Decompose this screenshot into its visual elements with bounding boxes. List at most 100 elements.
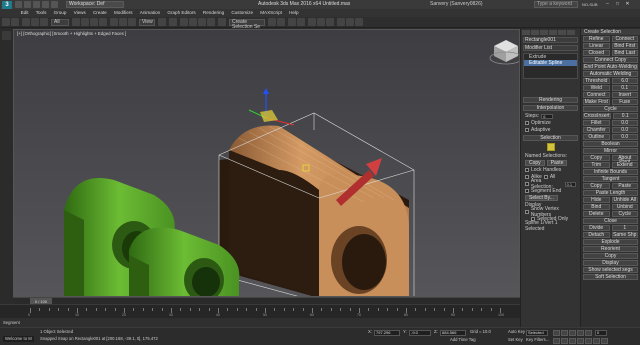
steps-spinner[interactable]: 6	[541, 113, 554, 119]
geometry-button[interactable]: Show selected segs	[583, 266, 638, 273]
render-setup-icon[interactable]	[337, 18, 345, 26]
geometry-button[interactable]: Divide	[583, 224, 610, 231]
move-icon[interactable]	[110, 18, 118, 26]
zoom-extents-icon[interactable]	[569, 338, 576, 344]
geometry-button[interactable]: Make First	[583, 98, 610, 105]
play-icon[interactable]	[569, 330, 576, 336]
create-tab-icon[interactable]	[522, 30, 530, 35]
link-icon[interactable]	[22, 18, 30, 26]
selection-rollout[interactable]: Selection	[523, 135, 578, 141]
menu-tools[interactable]: Tools	[32, 9, 50, 17]
geometry-button[interactable]: Tangent	[583, 175, 638, 182]
pivot-center-icon[interactable]	[158, 18, 166, 26]
ribbon-toggle-icon[interactable]	[297, 18, 305, 26]
time-slider[interactable]: 0 / 100	[13, 297, 520, 305]
lock-handles-checkbox[interactable]	[525, 168, 529, 172]
geometry-button[interactable]: End Point Auto-Welding	[583, 63, 638, 70]
pan-icon[interactable]	[585, 338, 592, 344]
geometry-button[interactable]: Explode	[583, 238, 638, 245]
schematic-view-icon[interactable]	[317, 18, 325, 26]
next-frame-icon[interactable]	[577, 330, 584, 336]
undo-icon[interactable]	[42, 1, 49, 8]
geometry-button[interactable]: Paste Length	[583, 189, 638, 196]
geometry-button[interactable]: Copy	[583, 154, 610, 161]
geometry-button[interactable]: Automatic Welding	[583, 70, 638, 77]
spinner-snap-icon[interactable]	[207, 18, 215, 26]
geometry-button[interactable]: Copy	[583, 252, 638, 259]
geometry-button[interactable]: Insert	[611, 91, 638, 98]
geometry-button[interactable]: Chamfer	[583, 126, 610, 133]
select-by-button[interactable]: Select By...	[525, 195, 558, 201]
motion-tab-icon[interactable]	[549, 30, 557, 35]
selection-filter-dropdown[interactable]: All	[51, 19, 69, 26]
angle-snap-icon[interactable]	[189, 18, 197, 26]
stack-item-editable-spline[interactable]: Editable Spline	[524, 60, 577, 66]
menu-help[interactable]: Help	[286, 9, 303, 17]
select-manipulate-icon[interactable]	[169, 18, 177, 26]
zoom-all-icon[interactable]	[561, 338, 568, 344]
bind-space-warp-icon[interactable]	[40, 18, 48, 26]
paste-button[interactable]: Paste	[546, 160, 568, 166]
redo-icon[interactable]	[51, 1, 58, 8]
geometry-button[interactable]: Cycle	[611, 210, 638, 217]
alike-radio[interactable]	[525, 175, 529, 179]
geometry-button[interactable]: Boolean	[583, 140, 638, 147]
open-file-icon[interactable]	[24, 1, 31, 8]
geometry-button[interactable]: Bind Last	[611, 49, 638, 56]
percent-snap-icon[interactable]	[198, 18, 206, 26]
geometry-button[interactable]: Soft Selection	[583, 273, 638, 280]
adaptive-checkbox[interactable]	[525, 128, 529, 132]
menu-modifiers[interactable]: Modifiers	[110, 9, 136, 17]
user-account[interactable]: Sanvery (Sanvery0826)	[430, 1, 483, 8]
render-production-icon[interactable]	[355, 18, 363, 26]
menu-customize[interactable]: Customize	[228, 9, 257, 17]
maxscript-listener[interactable]: Welcome to M	[3, 336, 34, 342]
selected-dropdown[interactable]: Selected	[526, 330, 548, 336]
menu-group[interactable]: Group	[50, 9, 70, 17]
utilities-tab-icon[interactable]	[567, 30, 575, 35]
named-selection-dropdown[interactable]: Create Selection Se	[229, 19, 265, 30]
rendering-rollout[interactable]: Rendering	[523, 97, 578, 103]
go-to-start-icon[interactable]	[553, 330, 560, 336]
geometry-button[interactable]: Display	[583, 259, 638, 266]
x-coordinate-field[interactable]: 797.296	[374, 330, 400, 336]
display-tab-icon[interactable]	[558, 30, 566, 35]
menu-rendering[interactable]: Rendering	[199, 9, 227, 17]
undo-tool-icon[interactable]	[2, 18, 10, 26]
redo-tool-icon[interactable]	[11, 18, 19, 26]
account-badge[interactable]: NO-SUB	[582, 1, 598, 8]
select-by-name-icon[interactable]	[81, 18, 89, 26]
geometry-button[interactable]: Mirror	[583, 147, 638, 154]
layer-explorer-icon[interactable]	[288, 18, 296, 26]
viewport-label[interactable]: [+] [Orthographic] [Smooth + Highlights …	[17, 31, 126, 36]
field-of-view-icon[interactable]	[577, 338, 584, 344]
curve-editor-icon[interactable]	[308, 18, 316, 26]
geometry-button[interactable]: Bind First	[611, 42, 638, 49]
object-name-field[interactable]: Rectangle001	[523, 37, 578, 43]
geometry-button[interactable]: Outline	[583, 133, 610, 140]
geometry-button[interactable]: Same Shp	[611, 231, 638, 238]
search-input[interactable]: Type a keyword	[534, 1, 578, 8]
go-to-end-icon[interactable]	[585, 330, 592, 336]
geometry-button[interactable]: Connect	[583, 91, 610, 98]
reference-coordinate-dropdown[interactable]: View	[139, 19, 155, 26]
window-crossing-icon[interactable]	[99, 18, 107, 26]
current-frame-field[interactable]: 0	[595, 330, 607, 336]
previous-frame-icon[interactable]	[561, 330, 568, 336]
geometry-button[interactable]: 0.1	[612, 112, 638, 119]
auto-key-button[interactable]: Auto Key	[508, 329, 525, 335]
geometry-button[interactable]: 0.0	[611, 126, 638, 133]
menu-animation[interactable]: Animation	[136, 9, 164, 17]
align-icon[interactable]	[277, 18, 285, 26]
menu-edit[interactable]: Edit	[17, 9, 32, 17]
add-time-tag[interactable]: Add Time Tag	[450, 337, 476, 343]
geometry-button[interactable]: 1	[611, 224, 638, 231]
geometry-button[interactable]: 0.1	[611, 84, 638, 91]
select-object-icon[interactable]	[72, 18, 80, 26]
geometry-button[interactable]: Delete	[583, 210, 610, 217]
app-logo-icon[interactable]: 3	[2, 1, 12, 9]
minimize-icon[interactable]: –	[603, 1, 612, 8]
viewport-orthographic[interactable]: [+] [Orthographic] [Smooth + Highlights …	[13, 29, 520, 297]
geometry-button[interactable]: Bind	[583, 203, 610, 210]
geometry-button[interactable]: Unbind	[611, 203, 638, 210]
